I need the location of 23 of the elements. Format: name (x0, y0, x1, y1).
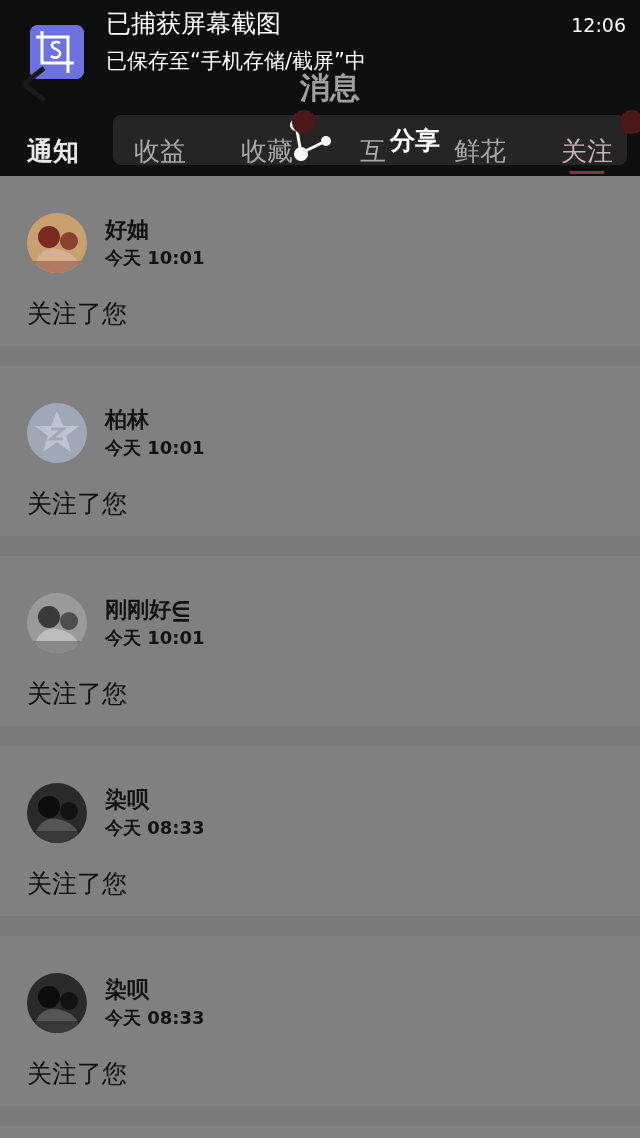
message-text: 关注了您 (27, 298, 128, 330)
clock-time: 12:06 (571, 14, 626, 36)
message-time: 今天 08:33 (105, 1006, 205, 1030)
message-text: 关注了您 (27, 1058, 128, 1090)
screenshot-app-icon (30, 25, 84, 79)
user-name: 好妯 (105, 216, 150, 244)
notification-title: 已捕获屏幕截图 (106, 8, 282, 40)
user-name: 染呗 (105, 786, 150, 814)
default-avatar-icon (27, 403, 87, 463)
message-time: 今天 10:01 (105, 436, 205, 460)
user-name: 柏林 (105, 406, 150, 434)
user-name: 染呗 (105, 976, 150, 1004)
message-time: 今天 10:01 (105, 246, 205, 270)
badge-dot (292, 110, 316, 134)
message-time: 今天 08:33 (105, 816, 205, 840)
badge-dot (620, 110, 640, 134)
message-text: 关注了您 (27, 488, 128, 520)
message-text: 关注了您 (27, 868, 128, 900)
notification-message: 已保存至“手机存储/截屏”中 (106, 48, 367, 73)
user-name: 刚刚好⋸ (105, 596, 192, 624)
message-time: 今天 10:01 (105, 626, 205, 650)
message-text: 关注了您 (27, 678, 128, 710)
tab[interactable]: 通知 (27, 134, 80, 174)
